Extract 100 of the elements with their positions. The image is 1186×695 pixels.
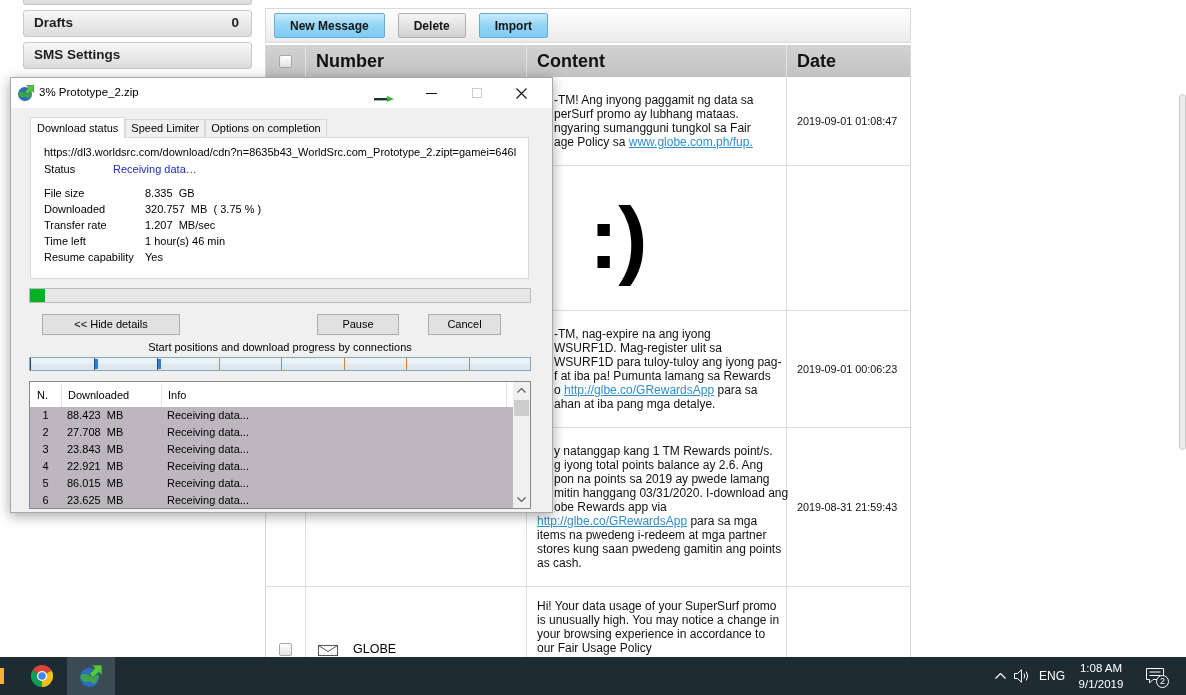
message-text: g iyong total points balance ay 2.6. Ang: [554, 458, 763, 472]
message-text: perSurf promo ay lubhang mataas.: [554, 107, 739, 121]
message-text: Hi! Your data usage of your SuperSurf promo: [537, 599, 777, 613]
message-text: pon na points sa 2019 ay pwede lamang: [554, 472, 770, 486]
sidebar-item[interactable]: SMS Settings: [23, 42, 252, 69]
column-header[interactable]: N.: [37, 387, 48, 404]
notification-button[interactable]: 2: [1131, 657, 1179, 695]
column-header[interactable]: Content: [537, 47, 605, 75]
connections-caption: Start positions and download progress by connections: [148, 341, 412, 354]
message-text: y natanggap kang 1 TM Rewards point/s.: [554, 444, 773, 458]
table-cell: 2019-09-01 01:08:47: [797, 114, 898, 128]
toolbar-button[interactable]: Delete: [397, 13, 466, 38]
field-label: Transfer rate: [44, 218, 108, 233]
field-label: Status: [44, 163, 77, 176]
message-text: obe Rewards app via: [554, 500, 667, 514]
chevron-down-icon: [517, 497, 526, 502]
message-link[interactable]: www.globe.com.ph/fup.: [628, 135, 753, 149]
round-app-icon: [31, 665, 53, 687]
message-text: WSURF1D para tuloy-tuloy ang iyong pag-: [554, 355, 782, 369]
table-cell: 86.015 MB: [67, 477, 124, 490]
notification-count: 2: [1156, 675, 1169, 688]
table-cell-text: 6: [42, 493, 49, 508]
envelope-icon: [318, 645, 338, 656]
table-cell: 23.843 MB: [67, 443, 124, 456]
message-text: ngyaring sumangguni tungkol sa Fair: [554, 121, 751, 135]
message-text: http://glbe.co/GRewardsApp para sa mga: [537, 514, 758, 528]
table-cell-text: 4: [42, 459, 49, 475]
tab[interactable]: Speed Limiter: [125, 119, 206, 137]
field-value: 1 hour(s) 46 min: [145, 234, 227, 249]
table-cell-text: 2: [42, 425, 49, 441]
maximize-icon: [471, 88, 482, 98]
app-icon: [0, 668, 4, 684]
toolbar-button[interactable]: New Message: [274, 13, 385, 38]
tab[interactable]: Download status: [30, 117, 126, 138]
table-cell-text: 5: [42, 476, 49, 492]
item-count: 0: [231, 14, 239, 33]
table-cell: GLOBE: [353, 642, 397, 656]
message-text: as cash.: [537, 556, 582, 570]
table-cell: 23.625 MB: [67, 494, 124, 507]
column-header[interactable]: Info: [168, 387, 187, 404]
message-text: ahan at iba pang mga detalye.: [554, 397, 716, 411]
dialog-button[interactable]: Cancel: [428, 314, 501, 335]
message-text: items na pwedeng i-redeem at mga partner: [537, 528, 767, 542]
connection-row[interactable]: 3 23.843 MB Receiving data...: [30, 441, 513, 458]
sidebar-item[interactable]: Drafts 0: [23, 10, 252, 37]
message-text: is unusually high. You may notice a change in: [537, 613, 780, 627]
language-button[interactable]: ENG: [1033, 657, 1071, 695]
table-cell: Receiving data...: [167, 460, 249, 473]
download-url: https://dl3.worldsrc.com/download/cdn?n=8635b43_WorldSrc.com_Prototype_2.zipt=gamei=646l: [44, 146, 517, 159]
column-header[interactable]: Number: [316, 47, 384, 75]
connection-row[interactable]: 4 22.921 MB Receiving data...: [30, 458, 513, 475]
table-cell: 2019-09-01 00:06:23: [797, 362, 898, 376]
field-value: 1.207 MB/sec: [145, 218, 217, 233]
minimize-icon: [426, 92, 437, 94]
column-header[interactable]: Downloaded: [68, 387, 130, 404]
table-cell: 27.708 MB: [67, 426, 124, 439]
field-value: Receiving data…: [113, 163, 197, 176]
scrollbar-thumb[interactable]: [1179, 94, 1186, 450]
dialog-button[interactable]: << Hide details: [42, 314, 180, 335]
message-text: mitin hanggang 03/31/2020. I-download ang: [554, 486, 789, 500]
toolbar-button[interactable]: Import: [478, 13, 549, 38]
table-cell-text: 3: [42, 442, 49, 458]
message-text: o http://glbe.co/GRewardsApp para sa: [554, 383, 758, 397]
window-title: 3% Prototype_2.zip: [39, 85, 139, 101]
table-cell: 88.423 MB: [67, 409, 124, 422]
dialog-button[interactable]: Pause: [317, 314, 399, 335]
taskbar-app-button[interactable]: [67, 657, 115, 695]
clock-time: 1:08 AM: [1079, 661, 1123, 676]
table-cell: Receiving data...: [167, 494, 249, 507]
tab[interactable]: Options on completion: [205, 119, 327, 137]
message-icon: [1146, 668, 1164, 684]
table-cell: Receiving data...: [167, 409, 249, 422]
column-header[interactable]: Date: [797, 47, 836, 75]
select-all-checkbox[interactable]: [279, 54, 292, 68]
clock-date: 9/1/2019: [1078, 677, 1124, 692]
field-label: Resume capability: [44, 250, 135, 265]
field-label: Downloaded: [44, 202, 107, 217]
message-text: f at iba pa! Pumunta lamang sa Rewards: [554, 369, 771, 383]
connection-row[interactable]: 5 86.015 MB Receiving data...: [30, 475, 513, 492]
close-icon: [516, 87, 527, 99]
message-link[interactable]: http://glbe.co/GRewardsApp: [537, 514, 688, 528]
message-text: -TM! Ang inyong paggamit ng data sa: [554, 93, 754, 107]
table-cell: 2019-08-31 21:59:43: [797, 500, 898, 514]
emoticon-text: :): [589, 187, 648, 289]
field-value: 320.757 MB ( 3.75 % ): [145, 202, 262, 217]
connection-row[interactable]: 6 23.625 MB Receiving data...: [30, 492, 513, 508]
table-cell: Receiving data...: [167, 443, 249, 456]
table-cell: Receiving data...: [167, 477, 249, 490]
message-text: age Policy sa www.globe.com.ph/fup.: [554, 135, 753, 149]
message-link[interactable]: http://glbe.co/GRewardsApp: [564, 383, 715, 397]
sidebar-item[interactable]: [23, 0, 252, 5]
message-text: -TM, nag-expire na ang iyong: [554, 327, 711, 341]
table-cell: 22.921 MB: [67, 460, 124, 473]
clock-button[interactable]: 1:08 AM 9/1/2019: [1071, 657, 1131, 695]
connection-row[interactable]: 2 27.708 MB Receiving data...: [30, 424, 513, 441]
chevron-up-icon: [517, 388, 526, 393]
row-checkbox[interactable]: [279, 643, 292, 656]
scrollbar-thumb[interactable]: [514, 400, 529, 416]
connection-row[interactable]: 1 88.423 MB Receiving data...: [30, 407, 513, 424]
field-label: File size: [44, 186, 86, 201]
